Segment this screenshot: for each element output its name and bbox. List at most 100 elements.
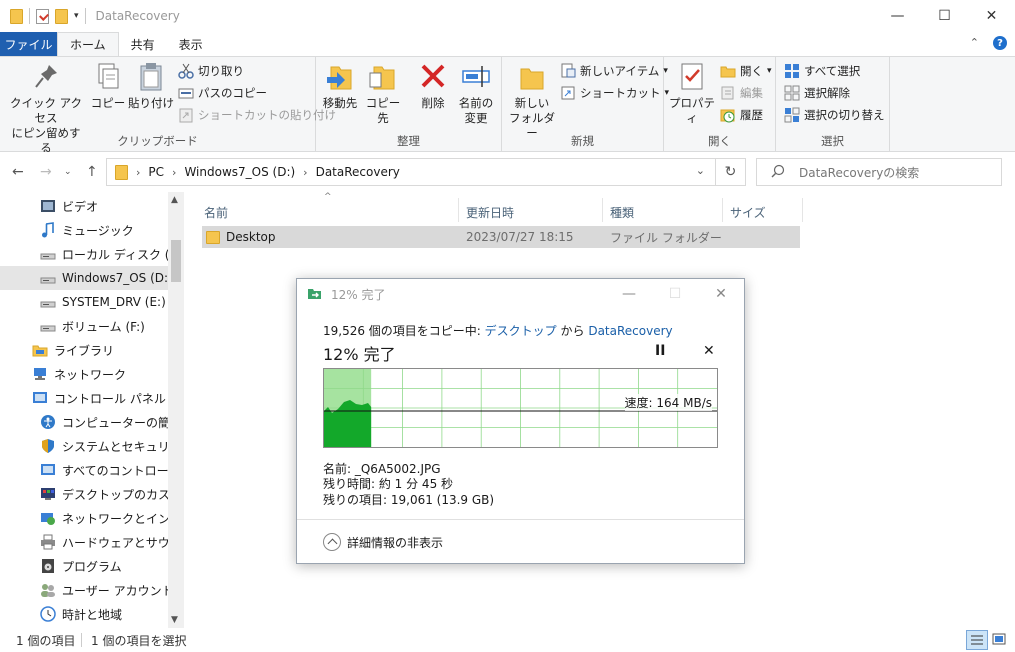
dialog-minimize-button[interactable]: —	[606, 279, 652, 309]
paste-shortcut-button[interactable]: ショートカットの貼り付け	[178, 105, 336, 125]
nav-item-music[interactable]: ミュージック	[0, 218, 168, 242]
breadcrumb-separator-icon[interactable]: ›	[303, 166, 307, 179]
new-folder-button[interactable]: 新しい フォルダー	[506, 61, 558, 141]
column-header-modified[interactable]: 更新日時	[466, 200, 514, 224]
shield-icon	[40, 438, 56, 454]
move-to-button[interactable]: 移動先	[320, 61, 360, 111]
pin-icon	[31, 61, 61, 93]
nav-item-drive-d[interactable]: Windows7_OS (D:)	[0, 266, 168, 290]
copy-to-button[interactable]: コピー先	[362, 61, 404, 126]
details-view-icon[interactable]	[966, 630, 988, 650]
nav-pane-scrollbar[interactable]: ▲ ▼	[168, 192, 184, 628]
nav-item-system-security[interactable]: システムとセキュリティ	[0, 434, 168, 458]
file-name: Desktop	[226, 230, 276, 244]
shortcut-button[interactable]: ショートカット ▾	[560, 83, 669, 103]
dialog-close-button[interactable]: ✕	[698, 279, 744, 309]
breadcrumb-item[interactable]: DataRecovery	[316, 165, 400, 179]
folder-icon	[115, 164, 128, 180]
edit-button[interactable]: 編集	[720, 83, 763, 103]
large-icons-view-icon[interactable]	[992, 632, 1006, 649]
history-button[interactable]: 履歴	[720, 105, 763, 125]
nav-item-programs[interactable]: プログラム	[0, 554, 168, 578]
customize-dropdown-icon[interactable]: ▾	[74, 11, 79, 21]
sort-ascending-icon: ^	[324, 192, 332, 202]
program-icon	[40, 558, 56, 574]
tab-share[interactable]: 共有	[119, 32, 167, 56]
nav-item-clock-region[interactable]: 時計と地域	[0, 602, 168, 626]
properties-icon[interactable]	[36, 8, 49, 24]
tab-view[interactable]: 表示	[167, 32, 215, 56]
collapse-ribbon-icon[interactable]: ⌃	[970, 36, 979, 50]
clipboard-group-label: クリップボード	[117, 134, 198, 148]
dialog-maximize-button: ☐	[668, 286, 682, 302]
destination-link[interactable]: DataRecovery	[588, 324, 672, 338]
scrollbar-thumb[interactable]	[171, 240, 181, 282]
breadcrumb-item[interactable]: PC	[148, 165, 164, 179]
new-folder-icon	[517, 61, 547, 93]
delete-icon	[418, 61, 448, 93]
properties-button[interactable]: プロパティ	[668, 61, 716, 126]
copy-path-button[interactable]: パスのコピー	[178, 83, 267, 103]
search-box[interactable]: DataRecoveryの検索	[756, 158, 1002, 186]
control-panel-icon	[32, 390, 48, 406]
clock-icon	[40, 606, 56, 622]
printer-icon	[40, 534, 56, 550]
new-group: 新しい フォルダー 新しいアイテム ▾ ショートカット ▾ 新規	[502, 57, 669, 152]
column-header-name[interactable]: 名前	[204, 200, 228, 224]
maximize-button[interactable]: ☐	[921, 0, 968, 32]
address-bar[interactable]: › PC › Windows7_OS (D:) › DataRecovery ⌄…	[106, 158, 746, 186]
delete-button[interactable]: 削除	[416, 61, 450, 111]
tab-home[interactable]: ホーム	[57, 32, 119, 56]
nav-item-hardware-sound[interactable]: ハードウェアとサウンド	[0, 530, 168, 554]
new-folder-icon[interactable]	[55, 8, 68, 24]
cut-button[interactable]: 切り取り	[178, 61, 244, 81]
column-header-type[interactable]: 種類	[610, 200, 634, 224]
address-dropdown-icon[interactable]: ⌄	[696, 164, 705, 177]
less-details-button[interactable]: 詳細情報の非表示	[297, 519, 744, 564]
source-link[interactable]: デスクトップ	[485, 324, 557, 338]
close-button[interactable]: ✕	[968, 0, 1015, 32]
select-all-button[interactable]: すべて選択	[784, 61, 860, 81]
nav-item-network-internet[interactable]: ネットワークとインターネ	[0, 506, 168, 530]
breadcrumb-separator-icon[interactable]: ›	[172, 166, 176, 179]
select-none-button[interactable]: 選択解除	[784, 83, 850, 103]
recent-locations-icon[interactable]: ⌄	[64, 167, 72, 177]
nav-item-network[interactable]: ネットワーク	[0, 362, 168, 386]
tab-file[interactable]: ファイル	[0, 32, 57, 56]
help-icon[interactable]: ?	[993, 36, 1007, 50]
transfer-speed: 速度: 164 MB/s	[624, 394, 712, 411]
copy-button[interactable]: コピー	[90, 61, 126, 111]
nav-item-user-accounts[interactable]: ユーザー アカウント	[0, 578, 168, 602]
nav-item-drive-e[interactable]: SYSTEM_DRV (E:)	[0, 290, 168, 314]
rename-button[interactable]: 名前の 変更	[456, 61, 496, 126]
cancel-copy-button[interactable]: ✕	[703, 343, 715, 359]
minimize-button[interactable]: —	[874, 0, 921, 32]
paste-button[interactable]: 貼り付け	[128, 61, 174, 111]
back-icon[interactable]: ←	[12, 164, 24, 180]
nav-item-drive-f[interactable]: ボリューム (F:)	[0, 314, 168, 338]
nav-item-control-panel[interactable]: コントロール パネル	[0, 386, 168, 410]
forward-icon[interactable]: →	[40, 164, 52, 180]
nav-item-all-control-panel[interactable]: すべてのコントロール パ	[0, 458, 168, 482]
open-button[interactable]: 開く ▾	[720, 61, 772, 81]
scroll-up-icon[interactable]: ▲	[171, 195, 178, 205]
nav-item-ease-of-access[interactable]: コンピューターの簡単操	[0, 410, 168, 434]
breadcrumb-item[interactable]: Windows7_OS (D:)	[184, 165, 295, 179]
pause-button[interactable]: II	[655, 343, 665, 359]
invert-selection-button[interactable]: 選択の切り替え	[784, 105, 885, 125]
table-row[interactable]: Desktop 2023/07/27 18:15 ファイル フォルダー	[202, 226, 800, 248]
new-item-button[interactable]: 新しいアイテム ▾	[560, 61, 668, 81]
search-input[interactable]: DataRecoveryの検索	[799, 164, 919, 181]
column-header-size[interactable]: サイズ	[730, 200, 766, 224]
nav-item-videos[interactable]: ビデオ	[0, 194, 168, 218]
scroll-down-icon[interactable]: ▼	[171, 615, 178, 625]
refresh-icon[interactable]: ↻	[715, 159, 745, 185]
nav-item-personalization[interactable]: デスクトップのカスタマイ	[0, 482, 168, 506]
copy-path-icon	[178, 85, 194, 101]
nav-item-drive-c[interactable]: ローカル ディスク (C:)	[0, 242, 168, 266]
up-icon[interactable]: ↑	[86, 164, 98, 180]
drive-icon	[40, 318, 56, 334]
folder-icon	[206, 230, 220, 244]
breadcrumb-separator-icon[interactable]: ›	[136, 166, 140, 179]
nav-item-libraries[interactable]: ライブラリ	[0, 338, 168, 362]
